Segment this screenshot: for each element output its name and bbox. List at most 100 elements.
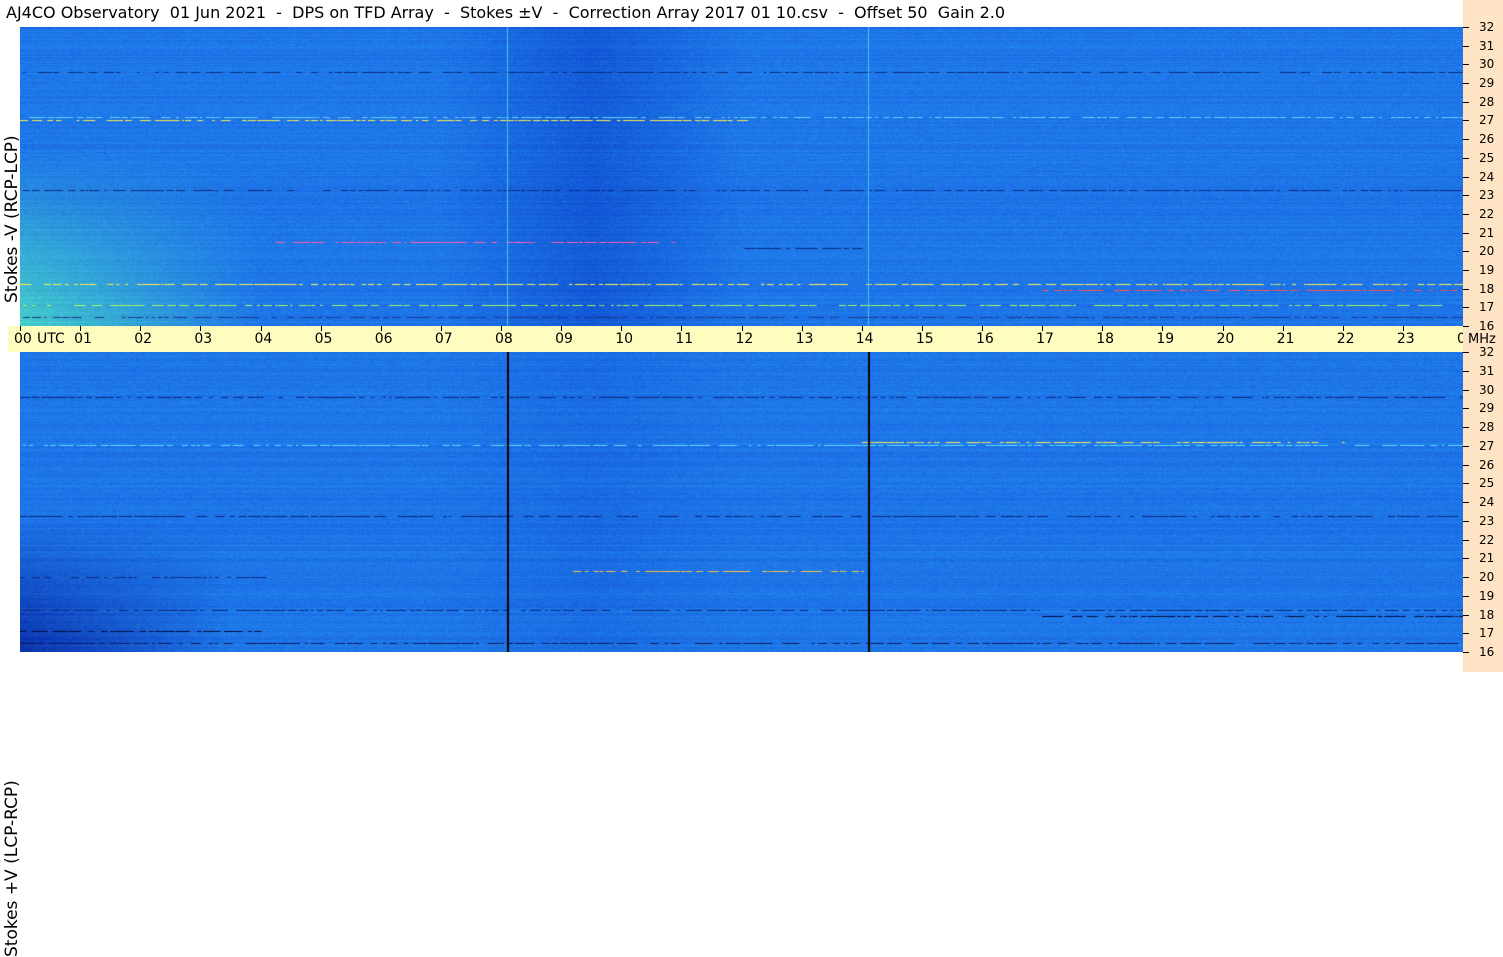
spectrogram-bottom-canvas bbox=[20, 352, 1463, 652]
mhz-tick-label: 26 bbox=[1479, 457, 1495, 472]
mhz-tick bbox=[1463, 157, 1469, 159]
mhz-tick-row: 22 bbox=[1463, 207, 1503, 221]
mhz-tick-label: 19 bbox=[1479, 588, 1495, 603]
mhz-tick-label: 28 bbox=[1479, 420, 1495, 434]
mhz-tick bbox=[1463, 269, 1469, 271]
mhz-tick-label: 23 bbox=[1479, 188, 1495, 203]
mhz-tick-row: 20 bbox=[1463, 570, 1503, 584]
mhz-tick-row: 27 bbox=[1463, 439, 1503, 453]
mhz-tick-row: 17 bbox=[1463, 626, 1503, 640]
mhz-tick-label: 24 bbox=[1479, 495, 1495, 509]
utc-label: 08 bbox=[495, 331, 513, 347]
mhz-tick-row: 20 bbox=[1463, 244, 1503, 258]
mhz-tick bbox=[1463, 539, 1469, 541]
mhz-tick-label: 17 bbox=[1479, 300, 1495, 315]
mhz-tick bbox=[1463, 352, 1469, 353]
mhz-tick bbox=[1463, 64, 1469, 66]
mhz-tick-label: 21 bbox=[1479, 551, 1495, 566]
utc-label: 10 bbox=[615, 331, 634, 347]
mhz-tick-row: 31 bbox=[1463, 39, 1503, 53]
top-panel-ylabel: Stokes -V (RCP-LCP) bbox=[2, 27, 22, 326]
mhz-tick bbox=[1463, 427, 1469, 428]
mhz-tick bbox=[1463, 195, 1469, 197]
mhz-tick bbox=[1463, 389, 1469, 391]
mhz-tick-label: 17 bbox=[1479, 626, 1495, 641]
mhz-tick-row: 16 bbox=[1463, 645, 1503, 659]
mhz-tick-row: 18 bbox=[1463, 608, 1503, 622]
mhz-tick-row: 21 bbox=[1463, 551, 1503, 565]
mhz-tick bbox=[1463, 288, 1469, 290]
mhz-tick-row: 28 bbox=[1463, 420, 1503, 434]
title-bar: AJ4CO Observatory 01 Jun 2021 - DPS on T… bbox=[0, 0, 1463, 27]
mhz-tick-row: 17 bbox=[1463, 300, 1503, 314]
mhz-tick-row: 19 bbox=[1463, 263, 1503, 277]
mhz-tick-label: 16 bbox=[1479, 645, 1495, 659]
mhz-tick bbox=[1463, 502, 1469, 503]
utc-label: 00 bbox=[14, 331, 32, 347]
mhz-tick bbox=[1463, 483, 1469, 485]
mhz-tick-row: 28 bbox=[1463, 95, 1503, 109]
utc-label: 19 bbox=[1156, 331, 1175, 347]
mhz-tick-label: 24 bbox=[1479, 169, 1495, 184]
utc-label: 23 bbox=[1396, 331, 1415, 347]
mhz-tick bbox=[1463, 45, 1469, 47]
mhz-tick bbox=[1463, 408, 1469, 410]
mhz-tick-label: 27 bbox=[1479, 438, 1495, 453]
mhz-tick-label: 20 bbox=[1479, 244, 1495, 259]
bottom-margin bbox=[0, 652, 1463, 672]
utc-label: 03 bbox=[194, 331, 213, 347]
mhz-tick-label: 30 bbox=[1479, 57, 1495, 72]
mhz-tick bbox=[1463, 633, 1469, 635]
mhz-tick-row: 23 bbox=[1463, 514, 1503, 528]
utc-label: 06 bbox=[374, 331, 393, 347]
mhz-tick-row: 25 bbox=[1463, 151, 1503, 165]
mhz-tick-label: 31 bbox=[1479, 38, 1495, 53]
utc-label: 11 bbox=[675, 331, 694, 347]
utc-label: 01 bbox=[74, 331, 92, 347]
mhz-tick-row: 16 bbox=[1463, 319, 1503, 333]
utc-label: 21 bbox=[1276, 331, 1295, 347]
mhz-tick-label: 32 bbox=[1479, 20, 1495, 34]
spectrogram-top-canvas bbox=[20, 27, 1463, 326]
mhz-tick-label: 30 bbox=[1479, 382, 1495, 397]
mhz-tick-row: 29 bbox=[1463, 401, 1503, 415]
mhz-tick bbox=[1463, 595, 1469, 597]
mhz-tick-row: 31 bbox=[1463, 364, 1503, 378]
mhz-tick bbox=[1463, 27, 1469, 28]
mhz-tick-row: 27 bbox=[1463, 113, 1503, 127]
mhz-tick bbox=[1463, 307, 1469, 309]
mhz-tick-label: 16 bbox=[1479, 319, 1495, 333]
mhz-tick bbox=[1463, 326, 1469, 327]
utc-label: 14 bbox=[855, 331, 874, 347]
utc-label: 04 bbox=[254, 331, 273, 347]
bottom-panel-ylabel-text: Stokes +V (LCP-RCP) bbox=[2, 780, 22, 957]
mhz-tick-row: 19 bbox=[1463, 589, 1503, 603]
mhz-tick-row: 26 bbox=[1463, 132, 1503, 146]
bottom-panel-ylabel: Stokes +V (LCP-RCP) bbox=[2, 352, 22, 957]
mhz-tick-label: 22 bbox=[1479, 532, 1495, 547]
mhz-tick-row: 24 bbox=[1463, 170, 1503, 184]
mhz-tick-row: 30 bbox=[1463, 383, 1503, 397]
mhz-tick bbox=[1463, 176, 1469, 178]
mhz-tick-label: 31 bbox=[1479, 363, 1495, 378]
utc-label: 09 bbox=[555, 331, 573, 347]
mhz-tick-row: 25 bbox=[1463, 476, 1503, 490]
mhz-tick-label: 18 bbox=[1479, 607, 1495, 622]
mhz-tick-row: 32 bbox=[1463, 345, 1503, 359]
mhz-tick-row: 18 bbox=[1463, 282, 1503, 296]
mhz-tick bbox=[1463, 83, 1469, 85]
mhz-tick-label: 25 bbox=[1479, 150, 1495, 165]
mhz-tick bbox=[1463, 139, 1469, 141]
mhz-tick-row: 30 bbox=[1463, 57, 1503, 71]
mhz-tick bbox=[1463, 232, 1469, 234]
utc-label: 07 bbox=[434, 331, 453, 347]
mhz-tick-label: 18 bbox=[1479, 281, 1495, 296]
mhz-tick bbox=[1463, 120, 1469, 122]
mhz-tick-label: 29 bbox=[1479, 76, 1495, 91]
utc-label: 13 bbox=[795, 331, 814, 347]
mhz-tick bbox=[1463, 577, 1469, 578]
mhz-tick bbox=[1463, 445, 1469, 447]
utc-label: 18 bbox=[1096, 331, 1115, 347]
utc-label: 16 bbox=[976, 331, 994, 347]
chart-title: AJ4CO Observatory 01 Jun 2021 - DPS on T… bbox=[6, 3, 1006, 22]
